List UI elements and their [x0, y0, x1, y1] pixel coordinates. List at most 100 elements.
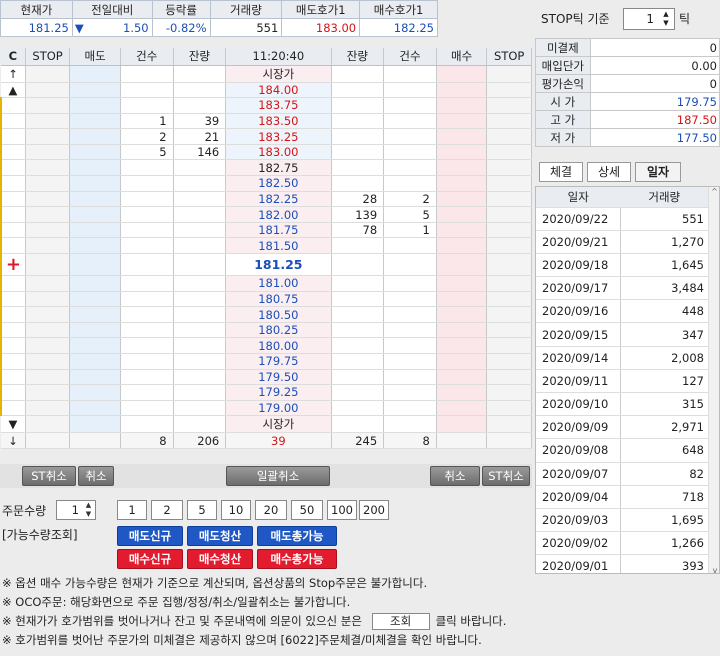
- price-cell[interactable]: 시장가: [225, 415, 332, 434]
- stop-buy-cell[interactable]: [486, 369, 532, 386]
- stop-buy-cell[interactable]: [486, 337, 532, 354]
- stop-sell-cell[interactable]: [25, 275, 71, 292]
- stop-cancel-buy-button[interactable]: ST취소: [482, 466, 530, 486]
- orderbook-row[interactable]: 183.75: [0, 97, 532, 114]
- slider-track[interactable]: [0, 400, 26, 417]
- stop-sell-cell[interactable]: [25, 144, 71, 161]
- scroll-up-arrow-icon[interactable]: ↑: [1, 65, 26, 83]
- slider-track[interactable]: [0, 175, 26, 192]
- history-row[interactable]: 2020/09/21 1,270: [536, 230, 708, 254]
- stop-buy-cell[interactable]: [486, 222, 532, 239]
- stop-sell-cell[interactable]: [25, 113, 71, 130]
- orderbook-row[interactable]: ▲ 184.00: [1, 82, 532, 99]
- sell-order-cell[interactable]: [69, 128, 121, 145]
- sell-order-cell[interactable]: [69, 353, 121, 370]
- stop-sell-cell[interactable]: [25, 253, 71, 277]
- stop-buy-cell[interactable]: [486, 253, 532, 277]
- slider-track[interactable]: [0, 322, 26, 339]
- stop-buy-cell[interactable]: [486, 82, 532, 99]
- stop-sell-cell[interactable]: [25, 206, 71, 223]
- stop-buy-cell[interactable]: [486, 65, 532, 83]
- buy-order-cell[interactable]: [436, 206, 488, 223]
- sell-order-cell[interactable]: [69, 337, 121, 354]
- buy-order-cell[interactable]: [436, 128, 488, 145]
- price-cell[interactable]: 182.25: [225, 191, 332, 208]
- buy-order-cell[interactable]: [436, 144, 488, 161]
- price-cell[interactable]: 180.00: [225, 337, 332, 354]
- price-cell[interactable]: 181.25: [225, 253, 332, 277]
- history-row[interactable]: 2020/09/01 393: [536, 554, 708, 573]
- sell-order-cell[interactable]: [69, 175, 121, 192]
- history-row[interactable]: 2020/09/02 1,266: [536, 531, 708, 556]
- stop-sell-cell[interactable]: [25, 369, 71, 386]
- sell-order-cell[interactable]: [69, 113, 121, 130]
- stop-buy-cell[interactable]: [486, 291, 532, 308]
- orderbook-row[interactable]: 179.25: [0, 384, 532, 401]
- qty-preset-button[interactable]: 10: [221, 500, 251, 520]
- stop-sell-cell[interactable]: [25, 191, 71, 208]
- stop-sell-cell[interactable]: [25, 400, 71, 417]
- price-cell[interactable]: 183.50: [225, 113, 332, 130]
- scroll-down-icon[interactable]: v: [709, 566, 719, 573]
- price-cell[interactable]: 183.75: [225, 97, 332, 114]
- cancel-sell-button[interactable]: 취소: [78, 466, 114, 486]
- orderbook-row[interactable]: ↑ 시장가: [1, 65, 532, 83]
- orderbook-row[interactable]: 182.25 28 2: [0, 191, 532, 208]
- buy-order-cell[interactable]: [436, 415, 488, 434]
- stop-sell-cell[interactable]: [25, 322, 71, 339]
- price-cell[interactable]: 180.25: [225, 322, 332, 339]
- buy-order-cell[interactable]: [436, 159, 488, 177]
- buy-order-cell[interactable]: [436, 369, 488, 386]
- slider-track[interactable]: [0, 97, 26, 114]
- price-cell[interactable]: 179.25: [225, 384, 332, 401]
- price-cell[interactable]: 183.00: [225, 144, 332, 161]
- daily-history-list[interactable]: 일자 거래량 2020/09/22 551 2020/09/21 1,270 2020/0…: [535, 186, 720, 574]
- cancel-buy-button[interactable]: 취소: [430, 466, 480, 486]
- stop-sell-cell[interactable]: [25, 415, 71, 434]
- price-cell[interactable]: 181.75: [225, 222, 332, 239]
- stop-buy-cell[interactable]: [486, 159, 532, 177]
- stop-sell-cell[interactable]: [25, 82, 71, 99]
- price-cell[interactable]: 179.50: [225, 369, 332, 386]
- stop-buy-cell[interactable]: [486, 322, 532, 339]
- sell-order-cell[interactable]: [69, 415, 121, 434]
- qty-preset-button[interactable]: 5: [187, 500, 217, 520]
- history-row[interactable]: 2020/09/11 127: [536, 369, 708, 394]
- history-row[interactable]: 2020/09/22 551: [536, 207, 708, 231]
- stop-sell-cell[interactable]: [25, 65, 71, 83]
- sell-order-cell[interactable]: [69, 291, 121, 308]
- orderbook-row[interactable]: 181.50: [0, 237, 532, 255]
- slider-track[interactable]: [0, 206, 26, 223]
- orderbook-row[interactable]: 5 146 183.00: [0, 144, 532, 161]
- history-row[interactable]: 2020/09/07 82: [536, 462, 708, 486]
- orderbook-row[interactable]: 181.75 78 1: [0, 222, 532, 239]
- slider-track[interactable]: [0, 159, 26, 177]
- sell-order-cell[interactable]: [69, 306, 121, 323]
- sell-order-cell[interactable]: [69, 275, 121, 292]
- stop-sell-cell[interactable]: [25, 237, 71, 255]
- slider-track[interactable]: [0, 191, 26, 208]
- stop-buy-cell[interactable]: [486, 97, 532, 114]
- orderbook-row[interactable]: 180.00: [0, 337, 532, 354]
- stop-buy-cell[interactable]: [486, 400, 532, 417]
- orderbook-row[interactable]: 179.50: [0, 369, 532, 386]
- sell-order-cell[interactable]: [69, 322, 121, 339]
- stop-sell-cell[interactable]: [25, 306, 71, 323]
- history-row[interactable]: 2020/09/15 347: [536, 322, 708, 347]
- buy-order-cell[interactable]: [436, 65, 488, 83]
- buy-new-button[interactable]: 매수신규: [117, 549, 183, 569]
- slider-track[interactable]: [0, 291, 26, 308]
- buy-order-cell[interactable]: [436, 175, 488, 192]
- column-toggle-button[interactable]: C: [1, 48, 26, 66]
- stop-buy-cell[interactable]: [486, 144, 532, 161]
- sell-order-cell[interactable]: [69, 191, 121, 208]
- orderbook-row[interactable]: 179.75: [0, 353, 532, 370]
- orderbook-row[interactable]: 182.50: [0, 175, 532, 192]
- sell-order-cell[interactable]: [69, 159, 121, 177]
- sell-order-cell[interactable]: [69, 237, 121, 255]
- buy-order-cell[interactable]: [436, 400, 488, 417]
- buy-order-cell[interactable]: [436, 306, 488, 323]
- history-row[interactable]: 2020/09/04 718: [536, 485, 708, 509]
- stop-sell-cell[interactable]: [25, 159, 71, 177]
- slider-track[interactable]: [0, 113, 26, 130]
